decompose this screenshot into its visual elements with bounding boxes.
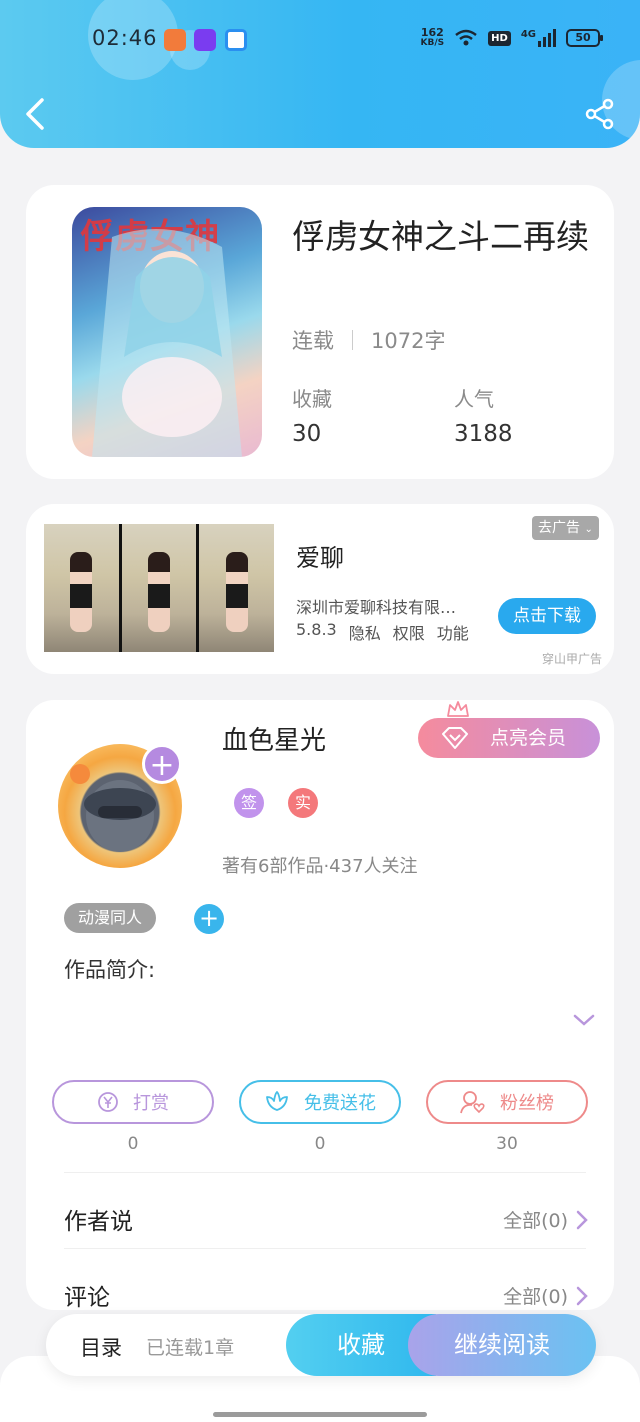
status-time: 02:46 bbox=[92, 26, 158, 50]
ad-frame bbox=[44, 524, 119, 652]
book-cover[interactable]: 俘虏女神 bbox=[72, 207, 262, 457]
bottom-action-bar: 目录 已连载1章 收藏 继续阅读 bbox=[46, 1314, 596, 1376]
send-flower-button[interactable]: 免费送花 bbox=[239, 1080, 401, 1124]
fan-count: 30 bbox=[496, 1134, 518, 1154]
crown-icon bbox=[447, 701, 469, 717]
tip-count: 0 bbox=[127, 1134, 139, 1154]
signal: 4G bbox=[521, 29, 556, 47]
signed-badge: 签 bbox=[234, 788, 264, 818]
author-says-all-label: 全部(0) bbox=[503, 1210, 568, 1232]
gallery-app-icon bbox=[164, 29, 186, 51]
ad-figure bbox=[148, 552, 170, 632]
popularity-label: 人气 bbox=[454, 387, 494, 411]
share-icon[interactable] bbox=[584, 98, 616, 130]
home-indicator[interactable] bbox=[213, 1412, 427, 1417]
speed-value: 162 bbox=[420, 26, 444, 39]
wifi-icon bbox=[455, 29, 477, 46]
popularity-value: 3188 bbox=[454, 421, 513, 447]
fan-ranking-button[interactable]: 粉丝榜 bbox=[426, 1080, 588, 1124]
video-app-icon bbox=[194, 29, 216, 51]
ad-figure bbox=[225, 552, 248, 632]
favorites-label: 收藏 bbox=[292, 387, 332, 411]
chevron-right-icon bbox=[576, 1286, 588, 1305]
ad-app-name: 爱聊 bbox=[296, 544, 344, 572]
expand-chevron-icon[interactable] bbox=[572, 1012, 596, 1028]
ad-features-link[interactable]: 功能 bbox=[437, 620, 469, 644]
ad-version: 5.8.3 bbox=[296, 620, 337, 639]
author-name: 血色星光 bbox=[222, 726, 327, 756]
fan-ranking-label: 粉丝榜 bbox=[500, 1093, 554, 1114]
cover-illustration bbox=[92, 229, 242, 457]
ad-frame bbox=[121, 524, 197, 652]
back-icon[interactable] bbox=[22, 96, 50, 132]
yen-icon bbox=[98, 1092, 118, 1112]
tip-button[interactable]: 打赏 bbox=[52, 1080, 214, 1124]
add-tag-button[interactable]: + bbox=[194, 904, 224, 934]
serial-status: 已连载1章 bbox=[146, 1337, 235, 1359]
fan-icon bbox=[460, 1091, 485, 1114]
book-meta: 连载 1072字 bbox=[292, 325, 445, 355]
divider bbox=[64, 1172, 586, 1173]
ad-card[interactable]: 去广告 ⌄ 爱聊 深圳市爱聊科技有限… 5.8.3 隐私 权限 功能 点击下载 … bbox=[26, 504, 614, 674]
ad-privacy-link[interactable]: 隐私 bbox=[349, 620, 381, 644]
ad-figure bbox=[70, 552, 93, 632]
ad-image[interactable] bbox=[44, 524, 275, 652]
status-right: 162 KB/S HD 4G 50 bbox=[421, 27, 603, 49]
author-card: + 血色星光 点亮会员 签 实 著有6部作品·437人关注 动漫同人 + 作品简… bbox=[26, 700, 614, 1311]
vip-label: 点亮会员 bbox=[490, 727, 567, 749]
comments-all-link[interactable]: 全部(0) bbox=[503, 1282, 588, 1309]
signal-icon bbox=[538, 29, 556, 47]
browser-app-icon bbox=[225, 29, 247, 51]
word-count: 1072字 bbox=[371, 329, 446, 353]
remove-ad-button[interactable]: 去广告 ⌄ bbox=[532, 516, 599, 540]
hd-badge: HD bbox=[488, 30, 511, 46]
ad-permissions-link[interactable]: 权限 bbox=[393, 620, 425, 644]
speed-unit: KB/S bbox=[420, 38, 445, 48]
network-type: 4G bbox=[520, 29, 536, 40]
ad-source: 穿山甲广告 bbox=[541, 652, 602, 666]
flower-icon bbox=[266, 1091, 288, 1111]
book-status: 连载 bbox=[292, 329, 334, 353]
divider bbox=[64, 1248, 586, 1249]
remove-ad-label: 去广告 bbox=[538, 520, 580, 536]
chevron-right-icon bbox=[576, 1210, 588, 1229]
ad-links: 5.8.3 隐私 权限 功能 bbox=[296, 620, 469, 644]
ad-frame bbox=[199, 524, 275, 652]
verified-badge: 实 bbox=[288, 788, 318, 818]
author-info: 著有6部作品·437人关注 bbox=[222, 856, 418, 877]
toc-button[interactable]: 目录 bbox=[80, 1332, 122, 1362]
battery-icon: 50 bbox=[566, 29, 603, 47]
intro-label: 作品简介: bbox=[64, 958, 156, 982]
ad-download-button[interactable]: 点击下载 bbox=[498, 598, 596, 634]
activate-vip-button[interactable]: 点亮会员 bbox=[418, 718, 600, 758]
ad-company: 深圳市爱聊科技有限… bbox=[296, 598, 457, 617]
genre-tag[interactable]: 动漫同人 bbox=[64, 903, 157, 933]
author-says-label: 作者说 bbox=[64, 1209, 133, 1235]
author-says-all-link[interactable]: 全部(0) bbox=[503, 1206, 588, 1233]
follow-author-button[interactable]: + bbox=[142, 744, 182, 784]
diamond-icon bbox=[442, 727, 468, 749]
chevron-down-icon: ⌄ bbox=[584, 524, 593, 535]
header: 02:46 162 KB/S HD 4G 50 bbox=[0, 0, 640, 148]
book-title: 俘虏女神之斗二再续 bbox=[292, 217, 589, 256]
favorites-value: 30 bbox=[292, 421, 322, 447]
tip-label: 打赏 bbox=[133, 1093, 169, 1114]
network-speed: 162 KB/S bbox=[421, 27, 445, 49]
flower-count: 0 bbox=[314, 1134, 326, 1154]
send-flower-label: 免费送花 bbox=[304, 1093, 376, 1114]
meta-divider bbox=[352, 330, 353, 350]
comments-label: 评论 bbox=[64, 1285, 110, 1311]
comments-all-label: 全部(0) bbox=[503, 1286, 568, 1308]
continue-reading-button[interactable]: 继续阅读 bbox=[408, 1314, 596, 1376]
book-info-card: 俘虏女神 俘虏女神之斗二再续 连载 1072字 收藏 30 人气 3188 bbox=[26, 185, 614, 479]
